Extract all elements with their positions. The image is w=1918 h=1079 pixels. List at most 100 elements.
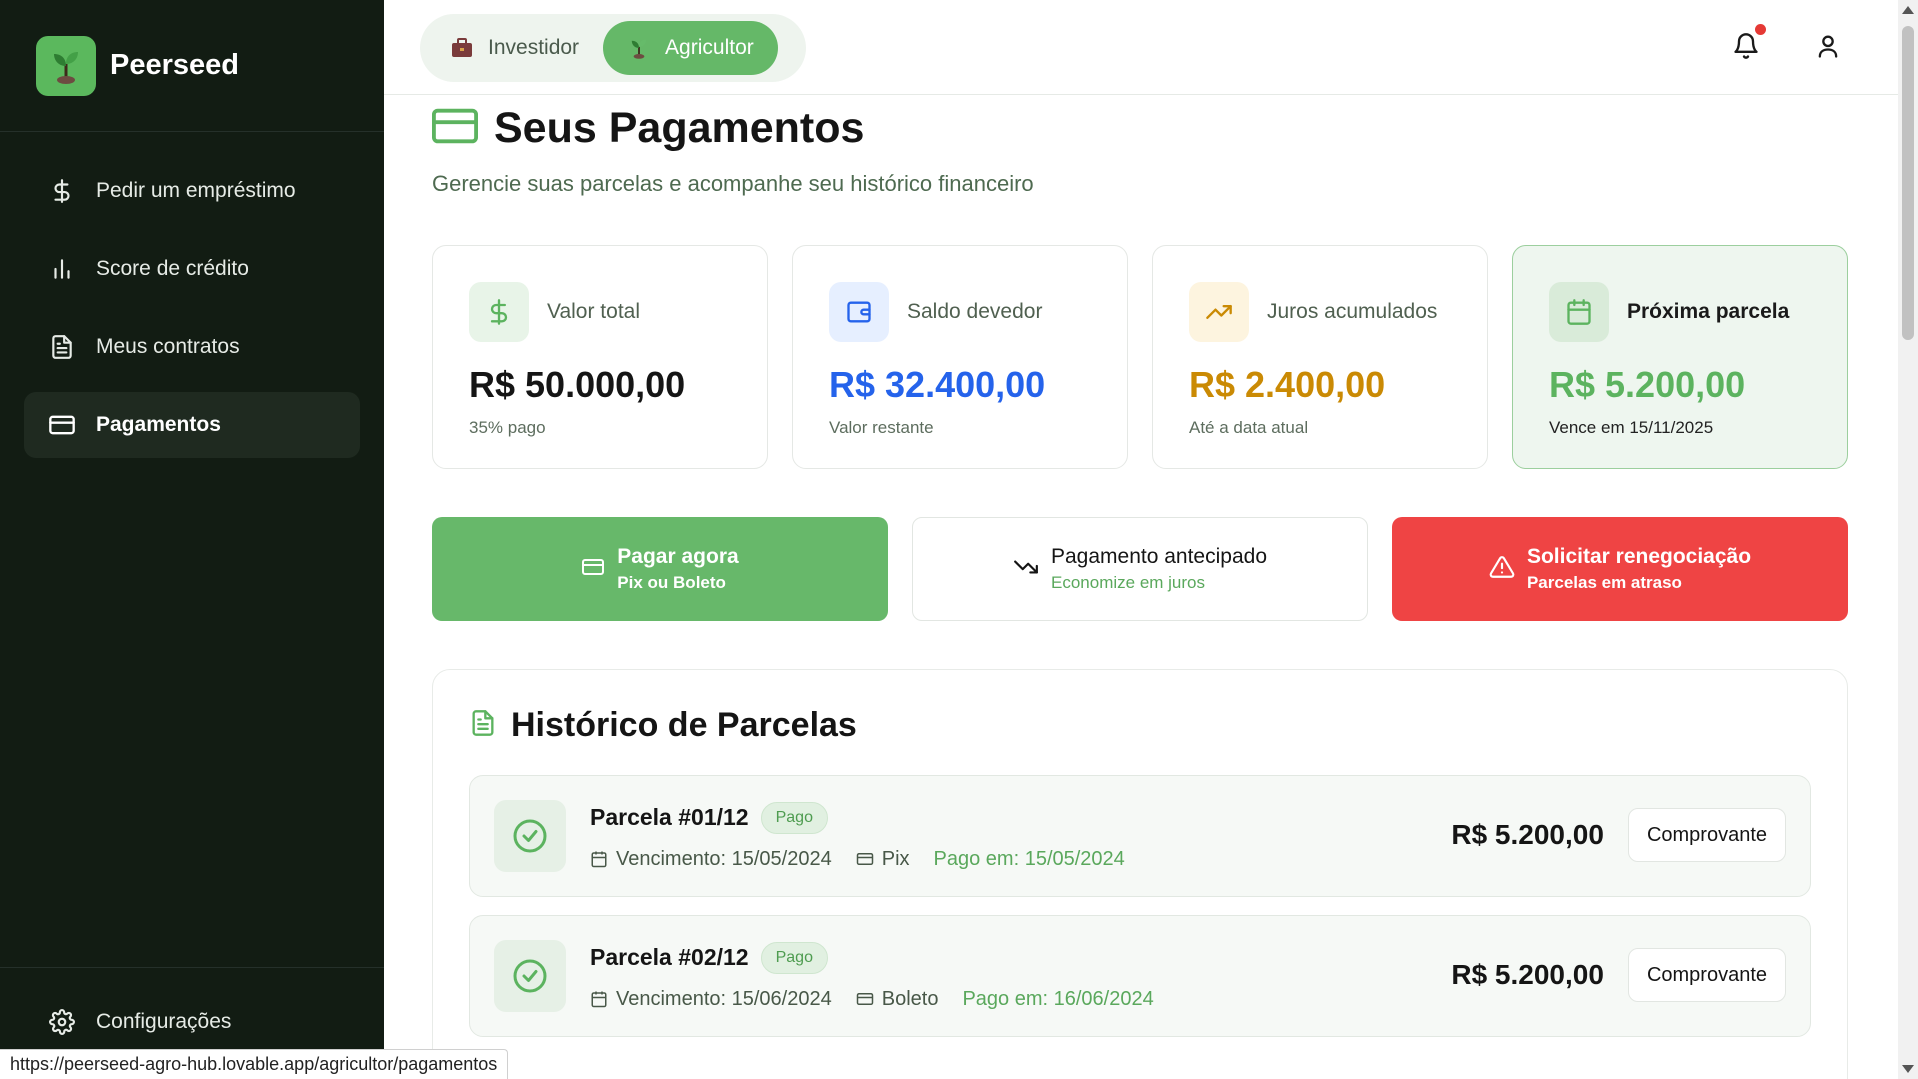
request-renegotiation-button[interactable]: Solicitar renegociação Parcelas em atras…: [1392, 517, 1848, 621]
toggle-investor-label: Investidor: [488, 36, 580, 59]
paid-date: Pago em: 16/06/2024: [962, 987, 1154, 1010]
card-outstanding-balance: Saldo devedor R$ 32.400,00 Valor restant…: [792, 245, 1128, 469]
status-bar-url: https://peerseed-agro-hub.lovable.app/ag…: [0, 1049, 509, 1079]
action-title: Pagamento antecipado: [1051, 545, 1267, 568]
action-title: Solicitar renegociação: [1526, 545, 1752, 568]
page-header: Seus Pagamentos: [432, 104, 1898, 153]
sidebar-item-loan[interactable]: Pedir um empréstimo: [24, 158, 360, 224]
card-note: 35% pago: [469, 418, 546, 437]
card-note: Até a data atual: [1189, 418, 1309, 437]
main-content: Seus Pagamentos Gerencie suas parcelas e…: [384, 96, 1898, 1079]
card-accrued-interest: Juros acumulados R$ 2.400,00 Até a data …: [1152, 245, 1488, 469]
sprout-icon: [627, 36, 651, 60]
payment-method: Pix: [881, 847, 910, 870]
top-actions: [1732, 24, 1842, 65]
wallet-icon: [829, 282, 889, 342]
briefcase-icon: [450, 37, 474, 59]
bar-chart-icon: [48, 255, 76, 283]
document-icon: [48, 333, 76, 361]
list-item: Parcela #02/12 Pago Vencimento: 15/06/20…: [469, 915, 1811, 1037]
action-subtitle: Pix ou Boleto: [617, 573, 726, 592]
check-circle-icon: [494, 940, 566, 1012]
toggle-farmer[interactable]: Agricultor: [603, 21, 778, 75]
card-total-value: Valor total R$ 50.000,00 35% pago: [432, 245, 768, 469]
card-value: R$ 32.400,00: [829, 364, 1046, 405]
notification-dot: [1755, 24, 1766, 35]
sidebar-item-label: Pagamentos: [96, 413, 221, 436]
page-scrollbar[interactable]: [1898, 0, 1918, 1079]
status-badge: Pago: [760, 941, 828, 974]
sidebar-item-label: Meus contratos: [96, 335, 240, 358]
page-title: Seus Pagamentos: [494, 104, 865, 152]
notifications-button[interactable]: [1732, 24, 1766, 64]
credit-card-icon: [856, 993, 873, 1005]
due-date: Vencimento: 15/06/2024: [616, 987, 832, 1010]
toggle-farmer-label: Agricultor: [665, 36, 754, 59]
sidebar-item-settings[interactable]: Configurações: [0, 968, 384, 1036]
credit-card-icon: [432, 106, 478, 151]
scroll-thumb[interactable]: [1902, 26, 1914, 340]
card-label: Saldo devedor: [907, 300, 1043, 323]
due-date: Vencimento: 15/05/2024: [616, 847, 832, 870]
card-note: Valor restante: [829, 418, 934, 437]
sidebar-item-contracts[interactable]: Meus contratos: [24, 314, 360, 380]
user-icon: [1814, 35, 1842, 64]
calendar-icon: [591, 851, 607, 868]
gear-icon: [48, 1008, 76, 1036]
card-next-installment: Próxima parcela R$ 5.200,00 Vence em 15/…: [1512, 245, 1848, 469]
card-label: Juros acumulados: [1267, 300, 1438, 323]
toggle-investor[interactable]: Investidor: [426, 21, 603, 75]
credit-card-icon: [581, 555, 605, 584]
calendar-icon: [1549, 282, 1609, 342]
calendar-icon: [591, 991, 607, 1008]
installment-amount: R$ 5.200,00: [1451, 819, 1604, 850]
action-subtitle: Parcelas em atraso: [1526, 573, 1682, 592]
card-value: R$ 50.000,00: [469, 364, 686, 405]
pay-now-button[interactable]: Pagar agora Pix ou Boleto: [432, 517, 888, 621]
sidebar-item-payments[interactable]: Pagamentos: [24, 392, 360, 458]
sidebar-nav: Pedir um empréstimo Score de crédito Meu…: [0, 132, 384, 458]
check-circle-icon: [494, 800, 566, 872]
installment-title: Parcela #01/12: [590, 804, 749, 830]
scroll-up-arrow-icon[interactable]: [1902, 6, 1914, 14]
payment-method: Boleto: [881, 987, 939, 1010]
document-icon: [469, 708, 497, 743]
receipt-button[interactable]: Comprovante: [1627, 948, 1786, 1002]
action-title: Pagar agora: [617, 545, 739, 568]
warning-icon: [1489, 554, 1515, 585]
sidebar-item-label: Score de crédito: [96, 257, 249, 280]
sidebar: Peerseed Pedir um empréstimo Score de cr…: [0, 0, 384, 1079]
list-item: Parcela #01/12 Pago Vencimento: 15/05/20…: [469, 775, 1811, 897]
payment-actions: Pagar agora Pix ou Boleto Pagamento ante…: [432, 517, 1848, 621]
card-note: Vence em 15/11/2025: [1549, 418, 1714, 437]
dollar-icon: [48, 177, 76, 205]
sprout-logo-icon: [36, 35, 96, 96]
installment-history: Histórico de Parcelas Parcela #01/12 Pag…: [432, 669, 1848, 1079]
credit-card-icon: [48, 411, 76, 439]
history-title: Histórico de Parcelas: [511, 706, 857, 744]
receipt-button[interactable]: Comprovante: [1627, 808, 1786, 862]
dollar-icon: [469, 282, 529, 342]
sidebar-item-label: Pedir um empréstimo: [96, 179, 296, 202]
bell-icon: [1732, 33, 1760, 64]
settings-label: Configurações: [96, 1010, 232, 1033]
card-label: Valor total: [547, 300, 640, 323]
user-menu-button[interactable]: [1814, 32, 1842, 65]
status-badge: Pago: [760, 801, 828, 834]
paid-date: Pago em: 15/05/2024: [933, 847, 1125, 870]
installment-amount: R$ 5.200,00: [1451, 959, 1604, 990]
installment-title: Parcela #02/12: [590, 944, 749, 970]
trending-up-icon: [1189, 282, 1249, 342]
role-toggle: Investidor Agricultor: [420, 14, 806, 82]
scroll-down-arrow-icon[interactable]: [1902, 1065, 1914, 1073]
early-payment-button[interactable]: Pagamento antecipado Economize em juros: [912, 517, 1368, 621]
page-subtitle: Gerencie suas parcelas e acompanhe seu h…: [432, 171, 1034, 196]
topbar: Investidor Agricultor: [384, 0, 1898, 95]
brand[interactable]: Peerseed: [0, 0, 384, 132]
sidebar-item-credit-score[interactable]: Score de crédito: [24, 236, 360, 302]
brand-name: Peerseed: [110, 49, 239, 81]
summary-cards: Valor total R$ 50.000,00 35% pago Saldo …: [432, 245, 1848, 469]
action-subtitle: Economize em juros: [1051, 573, 1206, 592]
card-label: Próxima parcela: [1627, 300, 1790, 323]
trending-down-icon: [1013, 554, 1039, 585]
